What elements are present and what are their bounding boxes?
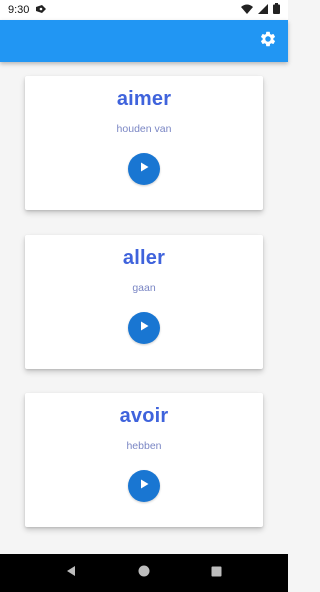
- play-icon: [138, 477, 150, 495]
- navigation-bar: [0, 554, 288, 592]
- status-right: [241, 3, 280, 17]
- card-word: aller: [122, 247, 166, 269]
- verb-list: aimer houden van aller gaan avoir hebben: [0, 62, 288, 554]
- wifi-icon: [241, 4, 253, 17]
- back-icon: [65, 564, 77, 582]
- battery-icon: [273, 3, 280, 17]
- verb-card: aller gaan: [25, 235, 263, 369]
- verb-card: aimer houden van: [25, 76, 263, 210]
- recents-button[interactable]: [206, 563, 226, 583]
- play-button[interactable]: [128, 153, 160, 185]
- back-button[interactable]: [61, 563, 81, 583]
- card-translation: gaan: [132, 282, 156, 294]
- notification-icon: [35, 4, 47, 17]
- recents-icon: [211, 564, 222, 582]
- card-translation: houden van: [116, 123, 172, 135]
- status-bar: 9:30: [0, 0, 288, 20]
- card-word: avoir: [119, 405, 169, 427]
- play-icon: [138, 160, 150, 178]
- play-icon: [138, 319, 150, 337]
- play-button[interactable]: [128, 470, 160, 502]
- home-button[interactable]: [134, 563, 154, 583]
- play-button[interactable]: [128, 312, 160, 344]
- home-icon: [138, 564, 150, 582]
- status-left: 9:30: [8, 4, 47, 17]
- gear-icon: [259, 30, 277, 53]
- signal-icon: [258, 3, 268, 17]
- card-translation: hebben: [126, 440, 162, 452]
- status-time: 9:30: [8, 4, 30, 16]
- verb-card: avoir hebben: [25, 393, 263, 527]
- settings-button[interactable]: [257, 30, 279, 52]
- app-bar: [0, 20, 288, 62]
- card-word: aimer: [116, 88, 172, 110]
